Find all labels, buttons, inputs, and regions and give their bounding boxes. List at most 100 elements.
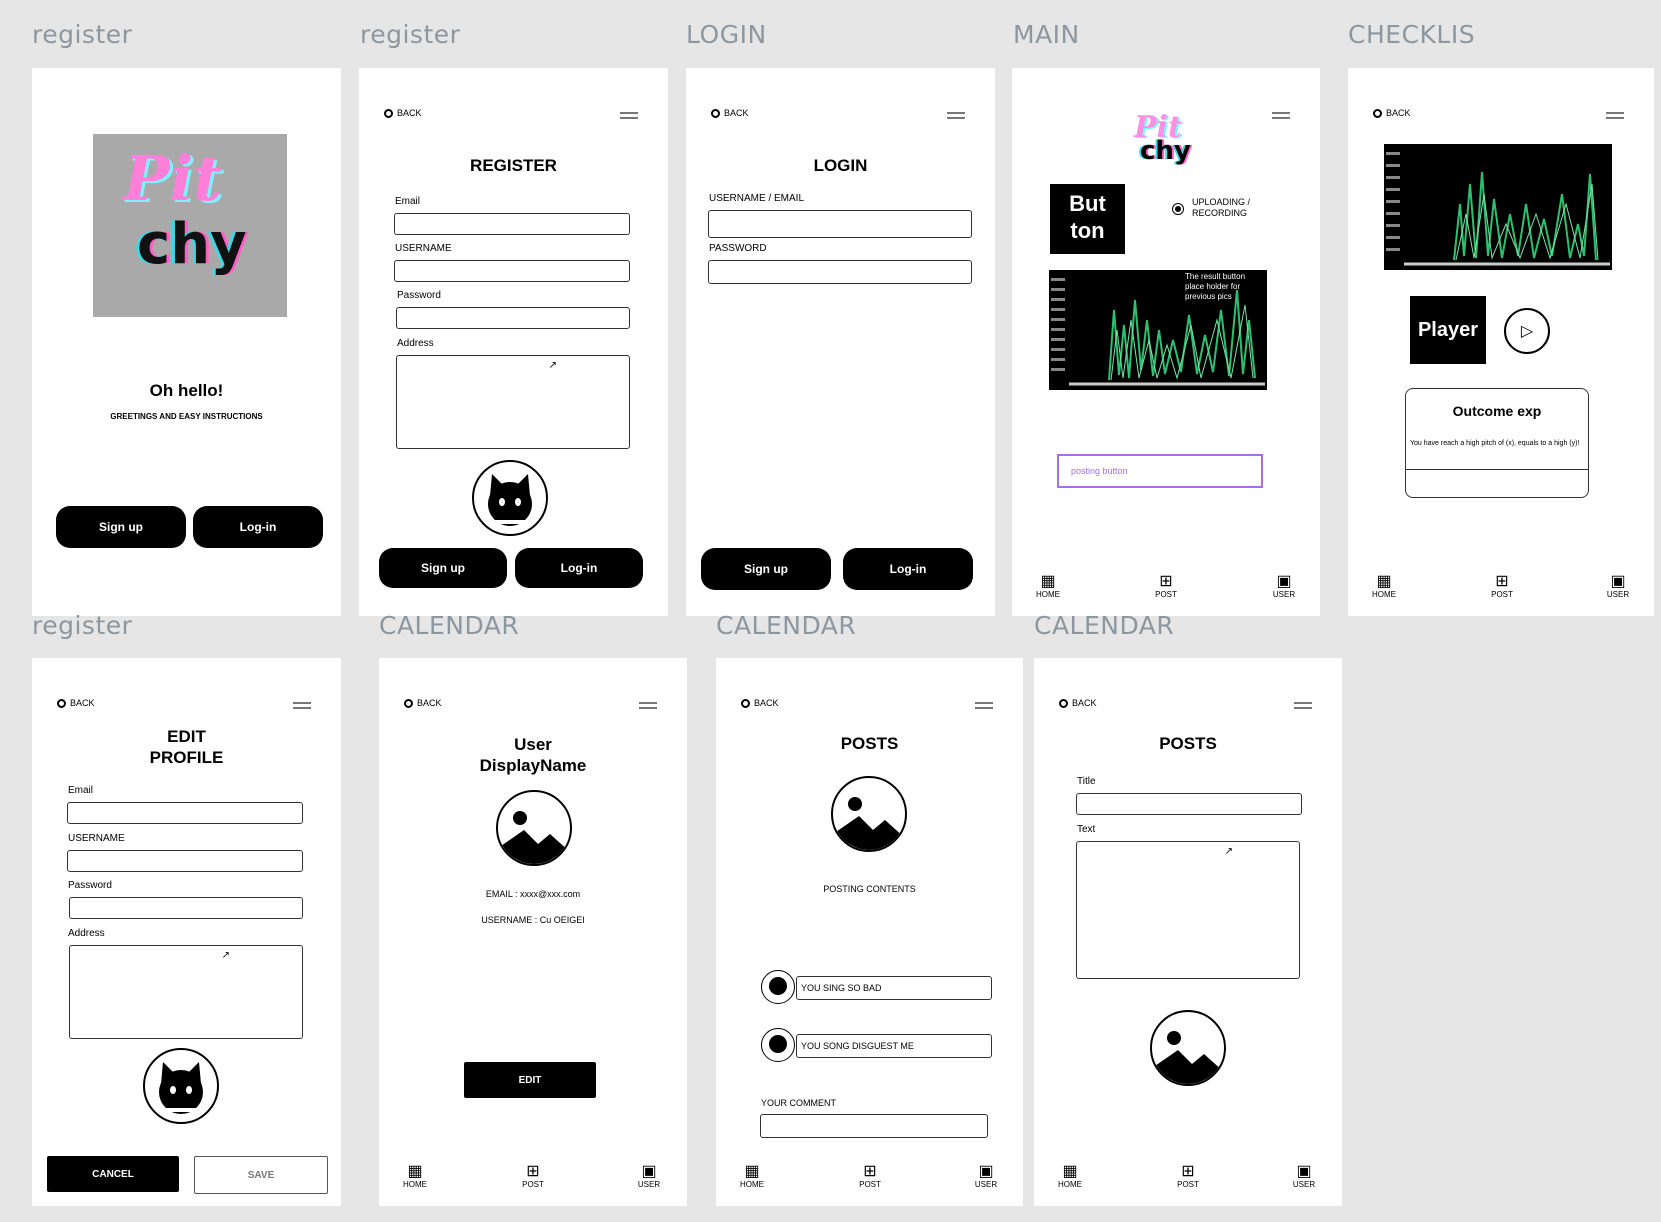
nav-user[interactable]: ▣ USER	[1284, 1164, 1324, 1190]
signup-button[interactable]: Sign up	[56, 506, 186, 548]
back-button[interactable]: BACK	[1059, 698, 1097, 708]
signup-button[interactable]: Sign up	[701, 548, 831, 590]
app-logo-small: Pit chy	[1134, 110, 1191, 166]
frame-label-register: register	[32, 20, 133, 49]
menu-icon[interactable]	[293, 702, 311, 712]
nav-home[interactable]: ▦ HOME	[732, 1164, 772, 1190]
signup-button[interactable]: Sign up	[379, 548, 507, 588]
image-placeholder-icon	[1152, 1031, 1224, 1084]
nav-home[interactable]: ▦ HOME	[1050, 1164, 1090, 1190]
nav-post[interactable]: ⊞ POST	[513, 1164, 553, 1190]
menu-icon[interactable]	[620, 112, 638, 122]
username-field[interactable]	[394, 260, 630, 282]
upload-image[interactable]	[1150, 1010, 1226, 1086]
nav-post[interactable]: ⊞ POST	[850, 1163, 890, 1190]
cancel-button[interactable]: CANCEL	[47, 1156, 179, 1192]
address-textarea[interactable]: ↗	[69, 945, 303, 1039]
bottom-nav: ▦ HOME ⊞ POST ▣ USER	[1012, 574, 1320, 608]
frame-label-login: LOGIN	[686, 20, 767, 49]
result-chart[interactable]: The result button place holder for previ…	[1049, 270, 1267, 390]
login-button[interactable]: Log-in	[193, 506, 323, 548]
user-profile-screen: BACK User DisplayName EMAIL : xxxx@xxx.c…	[379, 658, 687, 1206]
comment-item: YOU SING SO BAD	[796, 976, 992, 1000]
nav-post[interactable]: ⊞ POST	[1482, 574, 1522, 600]
user-icon: ▣	[1276, 573, 1292, 590]
text-textarea[interactable]: ↗	[1076, 841, 1300, 979]
outcome-text: You have reach a high pitch of (x), equa…	[1410, 440, 1580, 447]
nav-home[interactable]: ▦ HOME	[1028, 574, 1068, 600]
posting-button[interactable]: posting button	[1057, 454, 1263, 488]
back-button[interactable]: BACK	[404, 698, 442, 708]
your-comment-label: YOUR COMMENT	[761, 1098, 836, 1108]
bottom-nav: ▦ HOME ⊞ POST ▣ USER	[1348, 574, 1654, 608]
play-icon: ▷	[1520, 323, 1534, 340]
frame-label-register-2: register	[360, 20, 461, 49]
nav-user[interactable]: ▣ USER	[629, 1163, 669, 1190]
welcome-screen: Pit chy Oh hello! GREETINGS AND EASY INS…	[32, 68, 341, 616]
avatar[interactable]	[143, 1048, 219, 1124]
login-screen: BACK LOGIN USERNAME / EMAIL PASSWORD Sig…	[686, 68, 995, 616]
avatar[interactable]	[472, 460, 548, 536]
username-field[interactable]	[67, 850, 303, 872]
record-button[interactable]: But ton	[1050, 184, 1125, 254]
posts-screen: BACK POSTS POSTING CONTENTS YOU SING SO …	[716, 658, 1023, 1206]
menu-icon[interactable]	[1294, 702, 1312, 712]
comment-input[interactable]	[760, 1114, 988, 1138]
back-button[interactable]: BACK	[57, 698, 95, 708]
password-label: Password	[68, 880, 112, 891]
menu-icon[interactable]	[1606, 112, 1624, 122]
bottom-nav: ▦ HOME ⊞ POST ▣ USER	[379, 1164, 687, 1198]
chart-overlay-text: The result button place holder for previ…	[1185, 272, 1246, 301]
nav-home[interactable]: ▦ HOME	[395, 1164, 435, 1190]
password-field[interactable]	[69, 897, 303, 919]
address-textarea[interactable]: ↗	[396, 355, 630, 449]
nav-user[interactable]: ▣ USER	[1598, 574, 1638, 600]
text-label: Text	[1077, 824, 1096, 835]
page-title: POSTS	[1159, 734, 1217, 753]
checklist-screen: BACK Player ▷ Outcome exp You have reach…	[1348, 68, 1654, 616]
password-label: PASSWORD	[709, 243, 767, 254]
email-field[interactable]	[67, 802, 303, 824]
password-field[interactable]	[708, 260, 972, 284]
save-button[interactable]: SAVE	[194, 1156, 328, 1194]
username-label: USERNAME	[395, 243, 452, 254]
title-field[interactable]	[1076, 793, 1302, 815]
back-button[interactable]: BACK	[1373, 108, 1411, 118]
main-screen: Pit chy But ton UPLOADING / RECORDING Th…	[1012, 68, 1320, 616]
post-icon: ⊞	[1181, 1163, 1195, 1180]
post-image	[831, 776, 907, 852]
nav-home[interactable]: ▦ HOME	[1364, 574, 1404, 600]
menu-icon[interactable]	[947, 112, 965, 122]
nav-user[interactable]: ▣ USER	[966, 1164, 1006, 1190]
login-button[interactable]: Log-in	[515, 548, 643, 588]
menu-icon[interactable]	[639, 702, 657, 712]
post-icon: ⊞	[863, 1163, 877, 1180]
play-button[interactable]: ▷	[1504, 308, 1550, 354]
back-icon	[741, 698, 750, 708]
nav-post[interactable]: ⊞ POST	[1168, 1163, 1208, 1190]
posting-contents: POSTING CONTENTS	[823, 884, 916, 894]
greeting-heading: Oh hello!	[149, 381, 224, 400]
frame-label-calendar-3: CALENDAR	[1034, 611, 1175, 640]
menu-icon[interactable]	[1272, 112, 1290, 122]
edit-button[interactable]: EDIT	[464, 1062, 596, 1098]
pitch-chart	[1384, 144, 1612, 270]
back-button[interactable]: BACK	[384, 108, 422, 118]
nav-post[interactable]: ⊞ POST	[1146, 573, 1186, 600]
back-icon	[1059, 698, 1068, 708]
back-button[interactable]: BACK	[711, 108, 749, 118]
post-icon: ⊞	[1159, 573, 1173, 590]
frame-label-calendar-2: CALENDAR	[716, 611, 857, 640]
email-field[interactable]	[394, 213, 630, 235]
upload-radio[interactable]	[1172, 203, 1184, 215]
username-field[interactable]	[708, 210, 972, 238]
password-field[interactable]	[396, 307, 630, 329]
login-button[interactable]: Log-in	[843, 548, 973, 590]
back-button[interactable]: BACK	[741, 698, 779, 708]
commenter-avatar	[761, 970, 795, 1004]
menu-icon[interactable]	[975, 702, 993, 712]
app-logo: Pit chy	[93, 134, 287, 317]
image-placeholder-icon	[833, 797, 905, 850]
user-icon: ▣	[641, 1163, 657, 1180]
nav-user[interactable]: ▣ USER	[1264, 573, 1304, 600]
